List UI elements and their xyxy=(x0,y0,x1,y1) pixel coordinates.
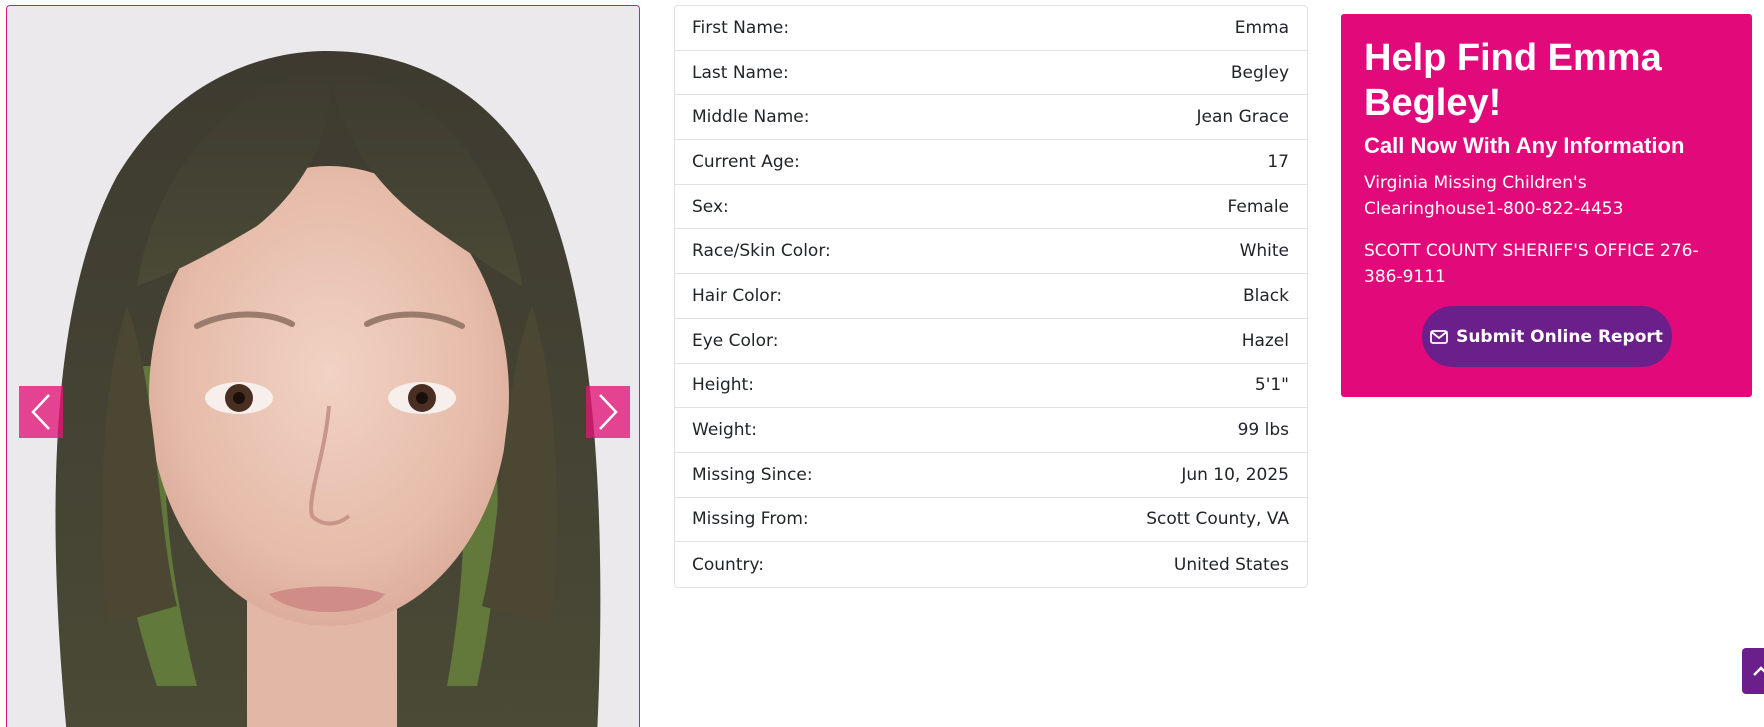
detail-value: Emma xyxy=(1234,17,1289,38)
detail-label: Height: xyxy=(692,375,754,396)
envelope-icon xyxy=(1430,329,1448,344)
detail-label: Missing Since: xyxy=(692,464,813,485)
detail-label: Eye Color: xyxy=(692,330,779,351)
detail-label: Last Name: xyxy=(692,62,789,83)
detail-value: Female xyxy=(1227,196,1289,217)
detail-row-country: Country: United States xyxy=(675,542,1307,587)
detail-row-current-age: Current Age: 17 xyxy=(675,140,1307,185)
detail-row-eye-color: Eye Color: Hazel xyxy=(675,319,1307,364)
detail-value: United States xyxy=(1173,554,1289,575)
detail-label: Country: xyxy=(692,554,765,575)
detail-value: 5'1" xyxy=(1254,375,1289,396)
detail-row-sex: Sex: Female xyxy=(675,185,1307,230)
detail-value: White xyxy=(1239,241,1289,262)
submit-online-report-button[interactable]: Submit Online Report xyxy=(1421,306,1672,367)
detail-label: Weight: xyxy=(692,420,757,441)
detail-value: 17 xyxy=(1267,151,1289,172)
detail-row-race: Race/Skin Color: White xyxy=(675,229,1307,275)
detail-value: Jean Grace xyxy=(1196,107,1289,128)
contact-sheriff: SCOTT COUNTY SHERIFF'S OFFICE 276-386-91… xyxy=(1364,241,1699,287)
help-subtitle: Call Now With Any Information xyxy=(1364,133,1685,158)
detail-label: Current Age: xyxy=(692,151,800,172)
detail-value: Jun 10, 2025 xyxy=(1181,464,1289,485)
contact-clearinghouse: Virginia Missing Children's Clearinghous… xyxy=(1364,173,1624,219)
photo-carousel xyxy=(6,5,640,727)
detail-value: Hazel xyxy=(1241,330,1289,351)
detail-value: Black xyxy=(1243,285,1289,306)
back-to-top-button[interactable] xyxy=(1742,648,1764,694)
submit-button-label: Submit Online Report xyxy=(1456,326,1663,347)
carousel-next-button[interactable] xyxy=(586,386,630,438)
help-find-card: Help Find Emma Begley! Call Now With Any… xyxy=(1341,14,1752,397)
detail-label: Sex: xyxy=(692,196,729,217)
chevron-left-icon xyxy=(31,394,50,430)
help-title: Help Find Emma Begley! xyxy=(1364,37,1662,124)
detail-label: Middle Name: xyxy=(692,107,810,128)
missing-person-page: First Name: Emma Last Name: Begley Middl… xyxy=(0,0,1764,727)
chevron-up-icon xyxy=(1753,666,1764,676)
missing-person-photo xyxy=(7,6,639,727)
detail-row-hair-color: Hair Color: Black xyxy=(675,274,1307,319)
detail-row-missing-since: Missing Since: Jun 10, 2025 xyxy=(675,453,1307,498)
chevron-right-icon xyxy=(599,394,618,430)
detail-row-first-name: First Name: Emma xyxy=(675,6,1307,51)
detail-label: Missing From: xyxy=(692,509,809,530)
details-table: First Name: Emma Last Name: Begley Middl… xyxy=(674,5,1308,588)
detail-row-missing-from: Missing From: Scott County, VA xyxy=(675,498,1307,543)
detail-row-height: Height: 5'1" xyxy=(675,364,1307,409)
detail-value: Begley xyxy=(1230,62,1289,83)
detail-value: 99 lbs xyxy=(1237,420,1289,441)
carousel-prev-button[interactable] xyxy=(19,386,63,438)
detail-value: Scott County, VA xyxy=(1146,509,1289,530)
detail-label: Hair Color: xyxy=(692,285,783,306)
detail-label: Race/Skin Color: xyxy=(692,241,831,262)
detail-row-weight: Weight: 99 lbs xyxy=(675,408,1307,453)
detail-label: First Name: xyxy=(692,17,790,38)
detail-row-last-name: Last Name: Begley xyxy=(675,51,1307,96)
detail-row-middle-name: Middle Name: Jean Grace xyxy=(675,95,1307,141)
